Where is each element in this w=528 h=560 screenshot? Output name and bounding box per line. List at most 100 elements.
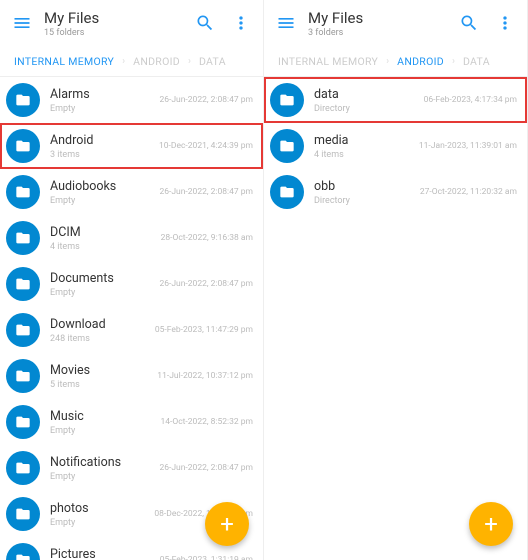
list-item[interactable]: DocumentsEmpty26-Jun-2022, 2:08:47 pm: [0, 261, 263, 307]
menu-button[interactable]: [4, 5, 40, 41]
row-text: Download 248 items: [50, 317, 155, 344]
pane-left: My Files 15 folders INTERNAL MEMORY › AN…: [0, 0, 264, 560]
folder-icon: [270, 129, 304, 163]
row-text: AlarmsEmpty: [50, 87, 159, 114]
chevron-right-icon: ›: [120, 56, 127, 67]
crumb-internal[interactable]: INTERNAL MEMORY: [272, 55, 384, 68]
list-item[interactable]: Movies 5 items11-Jul-2022, 10:37:12 pm: [0, 353, 263, 399]
folder-date: 26-Jun-2022, 2:08:47 pm: [159, 95, 253, 105]
row-text: media4 items: [314, 133, 419, 160]
folder-icon: [6, 451, 40, 485]
row-text: data Directory: [314, 87, 424, 114]
app-title: My Files: [44, 9, 187, 27]
row-text: obb Directory: [314, 179, 420, 206]
folder-date: 05-Feb-2023, 11:47:29 pm: [155, 325, 253, 335]
folder-date: 26-Jun-2022, 2:08:47 pm: [159, 187, 253, 197]
search-button[interactable]: [451, 5, 487, 41]
app-subtitle: 15 folders: [44, 28, 187, 38]
folder-name: Notifications: [50, 455, 159, 470]
folder-name: Android: [50, 133, 159, 148]
folder-name: Audiobooks: [50, 179, 159, 194]
list-item[interactable]: Audiobooks Empty26-Jun-2022, 2:08:47 pm: [0, 169, 263, 215]
folder-date: 11-Jan-2023, 11:39:01 am: [419, 141, 517, 151]
row-text: DCIM4 items: [50, 225, 161, 252]
list-item[interactable]: media4 items11-Jan-2023, 11:39:01 am: [264, 123, 527, 169]
folder-sub: 248 items: [50, 334, 155, 344]
folder-date: 28-Oct-2022, 9:16:38 am: [161, 233, 253, 243]
row-text: Pictures14 items: [50, 547, 160, 560]
folder-icon: [270, 175, 304, 209]
folder-name: Download: [50, 317, 155, 332]
more-button[interactable]: [223, 5, 259, 41]
folder-icon: [6, 497, 40, 531]
list-item[interactable]: data Directory06-Feb-2023, 4:17:34 pm: [264, 77, 527, 123]
crumb-android[interactable]: ANDROID: [127, 55, 186, 68]
fab-add[interactable]: +: [205, 502, 249, 546]
folder-name: Documents: [50, 271, 159, 286]
folder-icon: [6, 267, 40, 301]
folder-sub: Empty: [50, 196, 159, 206]
folder-date: 05-Feb-2023, 1:31:19 am: [160, 555, 253, 560]
folder-date: 10-Dec-2021, 4:24:39 pm: [159, 141, 253, 151]
row-text: DocumentsEmpty: [50, 271, 159, 298]
folder-date: 26-Jun-2022, 2:08:47 pm: [159, 463, 253, 473]
folder-sub: Directory: [314, 104, 424, 114]
title-wrap: My Files 15 folders: [40, 9, 187, 38]
row-text: Music Empty: [50, 409, 160, 436]
crumb-data[interactable]: DATA: [457, 55, 496, 68]
list-item[interactable]: DCIM4 items28-Oct-2022, 9:16:38 am: [0, 215, 263, 261]
folder-icon: [6, 543, 40, 560]
pane-right: My Files 3 folders INTERNAL MEMORY › AND…: [264, 0, 528, 560]
list-item[interactable]: AlarmsEmpty26-Jun-2022, 2:08:47 pm: [0, 77, 263, 123]
fab-add[interactable]: +: [469, 502, 513, 546]
list-item[interactable]: Music Empty14-Oct-2022, 8:52:32 pm: [0, 399, 263, 445]
folder-sub: Empty: [50, 518, 154, 528]
list-item[interactable]: Download 248 items05-Feb-2023, 11:47:29 p…: [0, 307, 263, 353]
row-text: Android 3 items: [50, 133, 159, 160]
row-text: photos Empty: [50, 501, 154, 528]
folder-name: Pictures: [50, 547, 160, 560]
folder-list: dataDirectory06-Feb-2023, 4:17:34 pmmedi…: [264, 77, 527, 215]
breadcrumb: INTERNAL MEMORY › ANDROID › DATA: [0, 46, 263, 76]
folder-date: 06-Feb-2023, 4:17:34 pm: [424, 95, 517, 105]
crumb-android[interactable]: ANDROID: [391, 55, 450, 68]
folder-name: Movies: [50, 363, 157, 378]
folder-sub: Empty: [50, 472, 159, 482]
folder-icon: [6, 129, 40, 163]
folder-icon: [6, 83, 40, 117]
folder-date: 26-Jun-2022, 2:08:47 pm: [159, 279, 253, 289]
folder-date: 14-Oct-2022, 8:52:32 pm: [160, 417, 253, 427]
folder-sub: Empty: [50, 104, 159, 114]
appbar-actions: [187, 5, 259, 41]
folder-sub: 5 items: [50, 380, 157, 390]
folder-date: 11-Jul-2022, 10:37:12 pm: [157, 371, 253, 381]
appbar: My Files 15 folders: [0, 0, 263, 46]
folder-icon: [6, 313, 40, 347]
folder-name: photos: [50, 501, 154, 516]
app-subtitle: 3 folders: [308, 28, 451, 38]
breadcrumb: INTERNAL MEMORY › ANDROID › DATA: [264, 46, 527, 76]
folder-sub: 3 items: [50, 150, 159, 160]
app-title: My Files: [308, 9, 451, 27]
folder-icon: [270, 83, 304, 117]
folder-icon: [6, 175, 40, 209]
menu-button[interactable]: [268, 5, 304, 41]
list-item[interactable]: Android 3 items10-Dec-2021, 4:24:39 pm: [0, 123, 263, 169]
folder-sub: Directory: [314, 196, 420, 206]
appbar-actions: [451, 5, 523, 41]
folder-sub: Empty: [50, 426, 160, 436]
more-button[interactable]: [487, 5, 523, 41]
list-item[interactable]: obb Directory27-Oct-2022, 11:20:32 am: [264, 169, 527, 215]
folder-date: 27-Oct-2022, 11:20:32 am: [420, 187, 517, 197]
search-button[interactable]: [187, 5, 223, 41]
chevron-right-icon: ›: [186, 56, 193, 67]
folder-name: Music: [50, 409, 160, 424]
folder-icon: [6, 405, 40, 439]
row-text: Audiobooks Empty: [50, 179, 159, 206]
crumb-data[interactable]: DATA: [193, 55, 232, 68]
crumb-internal[interactable]: INTERNAL MEMORY: [8, 55, 120, 68]
folder-name: obb: [314, 179, 420, 194]
list-item[interactable]: Notifications Empty26-Jun-2022, 2:08:47 p…: [0, 445, 263, 491]
folder-name: data: [314, 87, 424, 102]
chevron-right-icon: ›: [384, 56, 391, 67]
